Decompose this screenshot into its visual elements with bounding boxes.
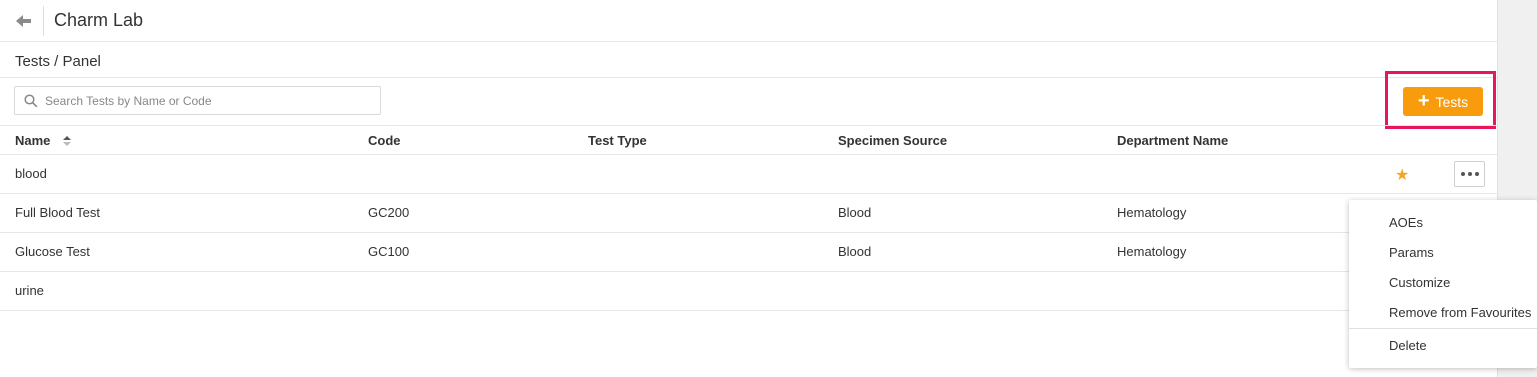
table-header: Name Code Test Type Specimen Source Depa… (0, 125, 1498, 155)
menu-item-customize[interactable]: Customize (1389, 275, 1450, 290)
main-panel: Charm Lab Tests / Panel + Tests Name Cod… (0, 0, 1498, 377)
dot (1460, 172, 1465, 176)
column-header-name[interactable]: Name (15, 133, 50, 148)
dot (1474, 172, 1479, 176)
cell-department: Hematology (1117, 244, 1187, 259)
menu-item-aoes[interactable]: AOEs (1389, 215, 1423, 230)
cell-specimen: Blood (838, 244, 872, 259)
column-header-test-type[interactable]: Test Type (588, 133, 647, 148)
more-options-button[interactable] (1454, 161, 1485, 187)
cell-specimen: Blood (838, 205, 872, 220)
cell-department: Hematology (1117, 205, 1187, 220)
favourite-star-icon[interactable]: ★ (1395, 165, 1409, 185)
dot (1467, 172, 1472, 176)
table-row[interactable]: Full Blood Test GC200 Blood Hematology (0, 194, 1498, 233)
cell-code: GC200 (368, 205, 410, 220)
table-row[interactable]: blood ★ (0, 155, 1498, 194)
column-header-code[interactable]: Code (368, 133, 401, 148)
table-row[interactable]: urine (0, 272, 1498, 311)
menu-item-params[interactable]: Params (1389, 245, 1434, 260)
table-row[interactable]: Glucose Test GC100 Blood Hematology (0, 233, 1498, 272)
divider (43, 6, 44, 36)
column-header-department-name[interactable]: Department Name (1117, 133, 1228, 148)
back-arrow-icon[interactable] (14, 12, 34, 30)
menu-divider (1349, 328, 1537, 329)
divider (0, 77, 1498, 78)
context-menu: AOEs Params Customize Remove from Favour… (1349, 200, 1537, 368)
plus-icon: + (1417, 89, 1430, 112)
page-title: Charm Lab (54, 10, 144, 30)
cell-name: urine (15, 283, 44, 298)
cell-name: blood (15, 166, 47, 181)
menu-item-delete[interactable]: Delete (1389, 338, 1427, 353)
cell-code: GC100 (368, 244, 410, 259)
top-bar: Charm Lab (0, 0, 1498, 42)
search-input[interactable] (45, 91, 375, 111)
cell-name: Full Blood Test (15, 205, 101, 220)
search-box (14, 86, 381, 115)
add-tests-label: Tests (1435, 93, 1469, 110)
search-icon (24, 94, 38, 108)
column-header-specimen-source[interactable]: Specimen Source (838, 133, 947, 148)
breadcrumb: Tests / Panel (15, 53, 101, 70)
sort-icon[interactable] (62, 135, 72, 147)
cell-name: Glucose Test (15, 244, 90, 259)
add-tests-button[interactable]: + Tests (1403, 87, 1483, 116)
menu-item-remove-from-favourites[interactable]: Remove from Favourites (1389, 305, 1531, 320)
